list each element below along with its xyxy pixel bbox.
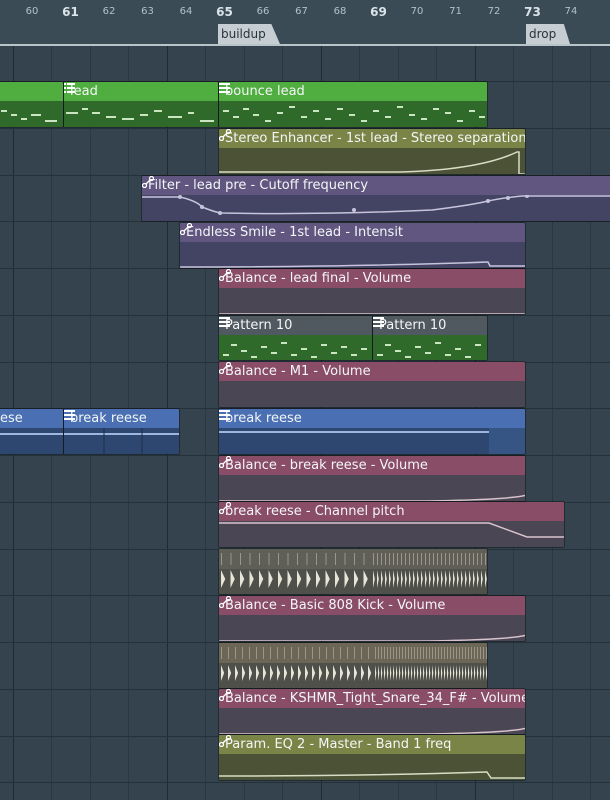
- bar-number: 64: [179, 6, 193, 17]
- bar-number: 72: [487, 6, 501, 17]
- clip-stereo-enhancer[interactable]: Stereo Enhancer - 1st lead - Stereo sepa…: [218, 128, 526, 175]
- clip-label: ese: [0, 411, 23, 426]
- bar-number: 63: [141, 6, 154, 17]
- automation-curve: [219, 313, 525, 314]
- clip-label: break reese: [70, 411, 147, 426]
- note-preview: [1, 110, 57, 122]
- clip-filter-cutoff[interactable]: Filter - lead pre - Cutoff frequency: [141, 175, 610, 222]
- clip-audio-snare[interactable]: [218, 642, 488, 689]
- automation-curve: [219, 727, 525, 734]
- playlist-grid[interactable]: lead bounce lead Stereo Enhancer - 1st l…: [0, 46, 610, 800]
- note-preview: [64, 428, 179, 454]
- waveform: [219, 549, 487, 588]
- clip-label: Balance - M1 - Volume: [225, 364, 371, 379]
- grid-line: [205, 46, 206, 800]
- clip-label: Endless Smile - 1st lead - Intensit: [186, 225, 404, 240]
- note-preview: [0, 433, 63, 435]
- bar-number: 61: [62, 5, 79, 19]
- clip-balance-snare[interactable]: Balance - KSHMR_Tight_Snare_34_F# - Volu…: [218, 688, 526, 735]
- clip-audio-kick[interactable]: [218, 548, 488, 595]
- automation-curve: [219, 771, 525, 779]
- clip-break-reese-left[interactable]: ese: [0, 408, 64, 455]
- clip-label: Balance - Basic 808 Kick - Volume: [225, 598, 446, 613]
- bar-number: 74: [564, 6, 578, 17]
- bar-number: 70: [410, 6, 424, 17]
- automation-curve: [219, 522, 564, 538]
- clip-balance-m1[interactable]: Balance - M1 - Volume: [218, 361, 526, 408]
- clip-param-eq[interactable]: Param. EQ 2 - Master - Band 1 freq: [218, 734, 526, 781]
- bar-number: 69: [370, 5, 387, 19]
- clip-break-reese-pitch[interactable]: break reese - Channel pitch: [218, 501, 565, 548]
- bar-number: 65: [216, 5, 233, 19]
- clip-lead[interactable]: lead: [63, 81, 219, 128]
- marker-drop[interactable]: drop: [526, 24, 570, 44]
- note-preview: [223, 106, 485, 122]
- clip-label: Balance - break reese - Volume: [225, 458, 428, 473]
- clip-label: Balance - lead final - Volume: [225, 271, 412, 286]
- automation-curve: [219, 634, 525, 641]
- clip-label: Pattern 10: [379, 318, 447, 333]
- clip-break-reese-b[interactable]: break reese: [218, 408, 526, 455]
- clip-lead-left[interactable]: [0, 81, 64, 128]
- clip-bounce-lead[interactable]: bounce lead: [218, 81, 488, 128]
- automation-curve: [180, 261, 525, 268]
- clip-break-reese-a[interactable]: break reese: [63, 408, 180, 455]
- grid-line: [552, 46, 553, 800]
- clip-balance-break-reese[interactable]: Balance - break reese - Volume: [218, 455, 526, 502]
- note-preview: [66, 108, 214, 122]
- track-divider: [0, 782, 610, 784]
- automation-curve: [142, 195, 610, 215]
- waveform: [219, 643, 487, 681]
- marker-buildup[interactable]: buildup: [218, 24, 280, 44]
- note-preview: [219, 428, 525, 454]
- clip-endless-smile[interactable]: Endless Smile - 1st lead - Intensit: [179, 222, 526, 269]
- bar-number: 71: [449, 6, 462, 17]
- clip-pattern-10-a[interactable]: Pattern 10: [218, 315, 373, 361]
- bar-number: 73: [524, 5, 541, 19]
- clip-label: Stereo Enhancer - 1st lead - Stereo sepa…: [225, 131, 525, 146]
- clip-label: break reese: [225, 411, 302, 426]
- bar-number: 62: [102, 6, 116, 17]
- clip-label: break reese - Channel pitch: [225, 504, 405, 519]
- bar-number: 60: [25, 6, 39, 17]
- clip-label: Param. EQ 2 - Master - Band 1 freq: [225, 737, 452, 752]
- clip-balance-kick[interactable]: Balance - Basic 808 Kick - Volume: [218, 595, 526, 642]
- note-preview: [223, 342, 367, 358]
- grid-line: [590, 46, 591, 800]
- note-preview: [377, 342, 481, 358]
- automation-curve: [219, 151, 525, 174]
- clip-label: Balance - KSHMR_Tight_Snare_34_F# - Volu…: [225, 691, 525, 706]
- timeline-ruler[interactable]: 60 61 62 63 64 65 66 67 68 69 70 71 72 73 74 buildup d…: [0, 0, 610, 46]
- clip-pattern-10-b[interactable]: Pattern 10: [372, 315, 488, 361]
- clip-label: Filter - lead pre - Cutoff frequency: [148, 178, 369, 193]
- bar-number: 68: [333, 6, 347, 17]
- clip-balance-lead-final[interactable]: Balance - lead final - Volume: [218, 268, 526, 315]
- bar-number: 67: [295, 6, 308, 17]
- automation-curve: [219, 494, 525, 501]
- clip-label: bounce lead: [225, 84, 305, 99]
- clip-label: Pattern 10: [225, 318, 293, 333]
- bar-number: 66: [256, 6, 270, 17]
